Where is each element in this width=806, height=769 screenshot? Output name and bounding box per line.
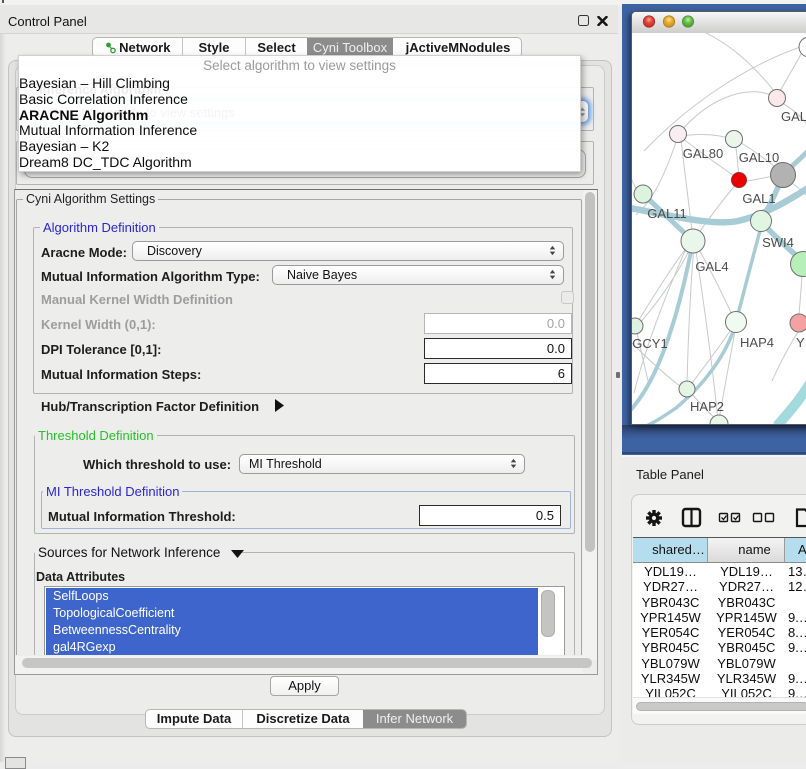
svg-text:GAL1: GAL1 [742, 191, 775, 206]
svg-text:GAL10: GAL10 [739, 150, 779, 165]
svg-text:SWI4: SWI4 [762, 235, 794, 250]
svg-text:GAL4: GAL4 [695, 259, 728, 274]
svg-text:GCY1: GCY1 [632, 336, 667, 351]
svg-text:HAP2: HAP2 [690, 399, 724, 414]
svg-text:HAP4: HAP4 [740, 335, 774, 350]
svg-text:GAL7: GAL7 [781, 109, 806, 124]
svg-text:Y: Y [796, 335, 805, 350]
svg-text:GAL80: GAL80 [683, 146, 723, 161]
svg-text:GAL11: GAL11 [647, 206, 687, 221]
